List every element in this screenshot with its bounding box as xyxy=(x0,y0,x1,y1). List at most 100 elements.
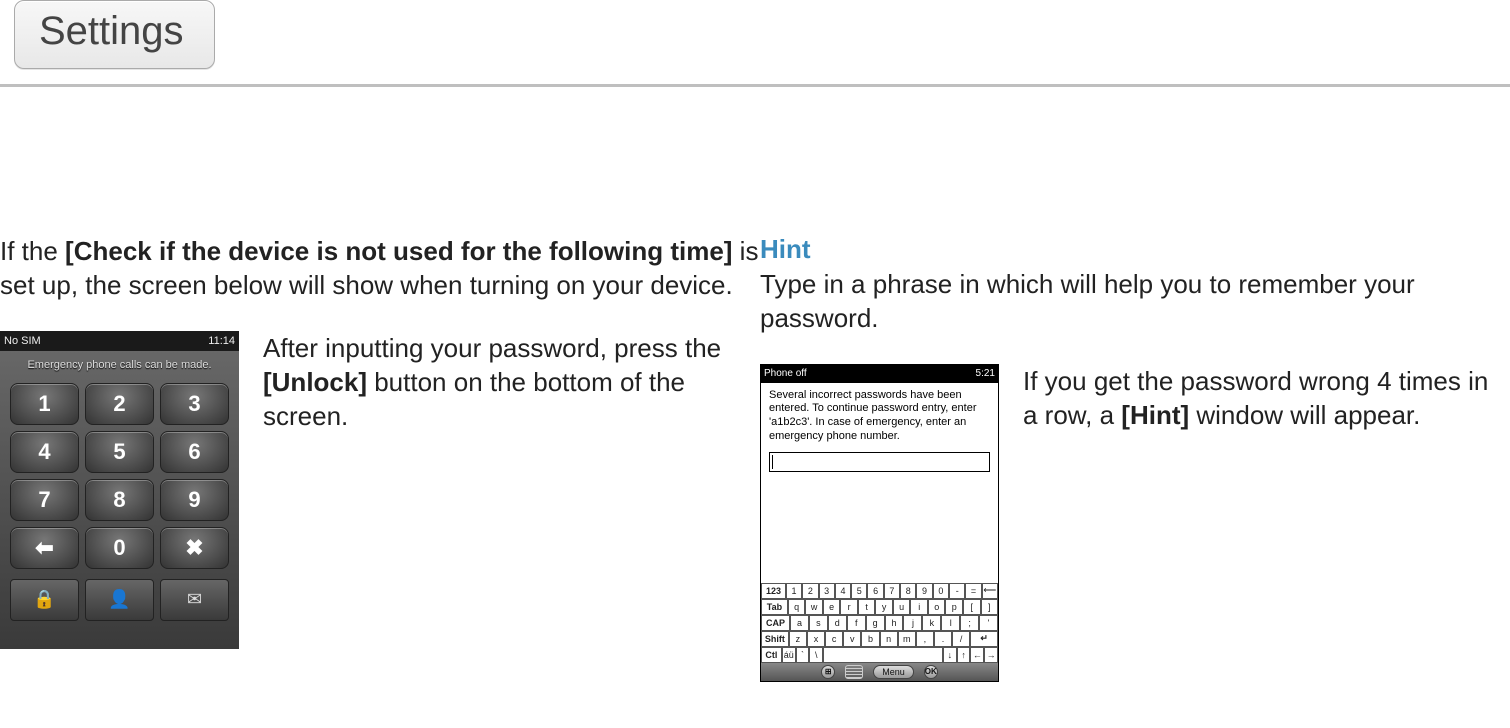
password-input[interactable] xyxy=(769,452,990,472)
key-back[interactable]: ⬅ xyxy=(10,527,79,569)
kb-key[interactable]: 3 xyxy=(819,583,835,599)
kb-key[interactable]: 6 xyxy=(867,583,883,599)
kb-key[interactable]: v xyxy=(843,631,861,647)
kb-key[interactable]: h xyxy=(885,615,904,631)
menu-button[interactable]: Menu xyxy=(873,665,914,679)
kb-key[interactable]: f xyxy=(847,615,866,631)
key-clear[interactable]: ✖ xyxy=(160,527,229,569)
phone-status: Phone off xyxy=(764,368,807,379)
kb-key[interactable]: ] xyxy=(981,599,999,615)
key-1[interactable]: 1 xyxy=(10,383,79,425)
kb-key[interactable]: 4 xyxy=(835,583,851,599)
kb-key[interactable]: k xyxy=(922,615,941,631)
kb-key[interactable]: y xyxy=(875,599,893,615)
key-right[interactable]: → xyxy=(984,647,998,663)
lock-screen-mock: No SIM 11:14 Emergency phone calls can b… xyxy=(0,331,239,649)
key-6[interactable]: 6 xyxy=(160,431,229,473)
key-ctl[interactable]: Ctl xyxy=(761,647,782,663)
key-3[interactable]: 3 xyxy=(160,383,229,425)
kb-key[interactable]: e xyxy=(823,599,841,615)
kb-key[interactable]: x xyxy=(807,631,825,647)
kb-key[interactable]: i xyxy=(910,599,928,615)
kb-key[interactable]: d xyxy=(828,615,847,631)
right-aside: If you get the password wrong 4 times in… xyxy=(1023,364,1510,433)
kb-key[interactable]: r xyxy=(840,599,858,615)
kb-key[interactable]: a xyxy=(790,615,809,631)
left-aside: After inputting your password, press the… xyxy=(263,331,760,434)
key-down[interactable]: ↓ xyxy=(943,647,957,663)
key-0[interactable]: 0 xyxy=(85,527,154,569)
unlock-label: [Unlock] xyxy=(263,367,367,397)
tab-settings: Settings xyxy=(14,0,215,69)
kb-key[interactable]: c xyxy=(825,631,843,647)
kb-key[interactable]: = xyxy=(965,583,981,599)
key-up[interactable]: ↑ xyxy=(957,647,971,663)
key-enter[interactable]: ↵ xyxy=(970,631,998,647)
key-tab[interactable]: Tab xyxy=(761,599,788,615)
wrong-password-msg: Several incorrect passwords have been en… xyxy=(761,383,998,448)
kb-key[interactable]: b xyxy=(861,631,879,647)
left-intro: If the [Check if the device is not used … xyxy=(0,234,760,303)
kb-key[interactable]: t xyxy=(858,599,876,615)
hint-label: [Hint] xyxy=(1121,400,1189,430)
settings-tab: Settings xyxy=(14,0,215,69)
key-cap[interactable]: CAP xyxy=(761,615,790,631)
kb-key[interactable]: 1 xyxy=(786,583,802,599)
key-backspace[interactable]: ⟵ xyxy=(982,583,998,599)
contact-icon[interactable]: 👤 xyxy=(85,579,154,621)
kb-key[interactable]: , xyxy=(916,631,934,647)
kb-key[interactable]: o xyxy=(928,599,946,615)
kb-key[interactable]: ' xyxy=(979,615,998,631)
emergency-msg: Emergency phone calls can be made. xyxy=(0,351,239,383)
key-space[interactable] xyxy=(823,647,943,663)
kb-key[interactable]: 8 xyxy=(900,583,916,599)
kb-key[interactable]: q xyxy=(788,599,806,615)
kb-key[interactable]: 7 xyxy=(884,583,900,599)
kb-key[interactable]: l xyxy=(941,615,960,631)
kb-key[interactable]: [ xyxy=(963,599,981,615)
keyboard-icon[interactable] xyxy=(845,665,863,679)
kb-key[interactable]: ` xyxy=(796,647,810,663)
key-left[interactable]: ← xyxy=(970,647,984,663)
hint-title: Hint xyxy=(760,234,1510,265)
kb-key[interactable]: 5 xyxy=(851,583,867,599)
mail-icon[interactable]: ✉ xyxy=(160,579,229,621)
kb-key[interactable]: 2 xyxy=(802,583,818,599)
windows-icon[interactable]: ⊞ xyxy=(821,665,835,679)
right-column: Hint Type in a phrase in which will help… xyxy=(760,234,1510,682)
clock: 11:14 xyxy=(208,335,235,347)
kb-key[interactable]: w xyxy=(805,599,823,615)
ok-button[interactable]: OK xyxy=(924,665,938,679)
kb-key[interactable]: / xyxy=(952,631,970,647)
kb-key[interactable]: u xyxy=(893,599,911,615)
kb-key[interactable]: ; xyxy=(960,615,979,631)
key-4[interactable]: 4 xyxy=(10,431,79,473)
kb-key[interactable]: 0 xyxy=(933,583,949,599)
kb-key[interactable]: z xyxy=(789,631,807,647)
kb-key[interactable]: 9 xyxy=(916,583,932,599)
kb-key[interactable]: n xyxy=(880,631,898,647)
kb-key[interactable]: j xyxy=(903,615,922,631)
kb-key[interactable]: g xyxy=(866,615,885,631)
numeric-keypad: 1 2 3 4 5 6 7 8 9 ⬅ 0 ✖ xyxy=(0,383,239,569)
kb-key[interactable]: . xyxy=(934,631,952,647)
key-5[interactable]: 5 xyxy=(85,431,154,473)
key-123[interactable]: 123 xyxy=(761,583,786,599)
kb-key[interactable]: \ xyxy=(809,647,823,663)
key-7[interactable]: 7 xyxy=(10,479,79,521)
kb-key[interactable]: s xyxy=(809,615,828,631)
kb-key[interactable]: - xyxy=(949,583,965,599)
key-2[interactable]: 2 xyxy=(85,383,154,425)
key-9[interactable]: 9 xyxy=(160,479,229,521)
bottom-icons: 🔒 👤 ✉ xyxy=(0,569,239,621)
lock-icon[interactable]: 🔒 xyxy=(10,579,79,621)
key-accent[interactable]: áü xyxy=(782,647,796,663)
divider xyxy=(0,84,1510,88)
kb-key[interactable]: p xyxy=(945,599,963,615)
check-device-label: [Check if the device is not used for the… xyxy=(65,236,732,266)
clock-2: 5:21 xyxy=(976,368,995,379)
tab-label: Settings xyxy=(39,9,184,53)
key-8[interactable]: 8 xyxy=(85,479,154,521)
kb-key[interactable]: m xyxy=(898,631,916,647)
key-shift[interactable]: Shift xyxy=(761,631,789,647)
